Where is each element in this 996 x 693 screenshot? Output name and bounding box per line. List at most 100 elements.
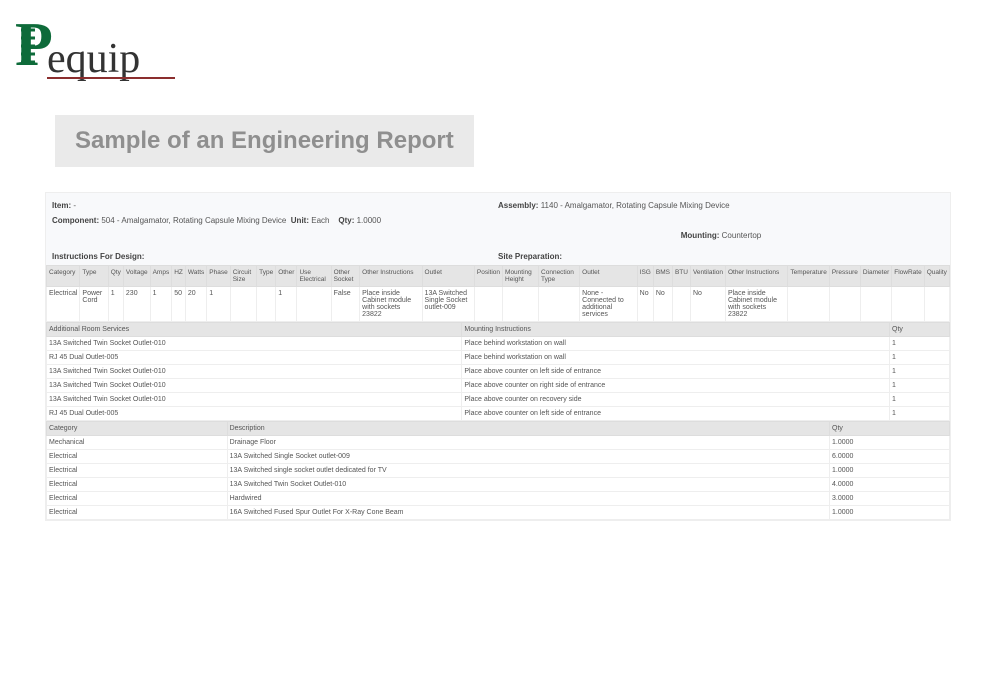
main-cell: Place inside Cabinet module with sockets… xyxy=(725,287,787,322)
main-cell xyxy=(829,287,860,322)
main-cell xyxy=(892,287,924,322)
cat-cell: Hardwired xyxy=(227,492,829,506)
main-cell: No xyxy=(690,287,725,322)
main-cell xyxy=(539,287,580,322)
table-row: 13A Switched Twin Socket Outlet-010Place… xyxy=(47,365,950,379)
main-cell xyxy=(860,287,891,322)
qty-value: 1.0000 xyxy=(357,216,381,225)
room-cell: 1 xyxy=(890,407,950,421)
cat-cell: 4.0000 xyxy=(830,478,950,492)
qty-label: Qty: xyxy=(338,216,354,225)
main-cell: No xyxy=(637,287,653,322)
main-col-header: Outlet xyxy=(422,266,474,287)
main-col-header: Other Socket xyxy=(331,266,360,287)
main-cell: 50 xyxy=(172,287,186,322)
cat-cell: 13A Switched Twin Socket Outlet-010 xyxy=(227,478,829,492)
main-col-header: Other xyxy=(276,266,297,287)
room-cell: 13A Switched Twin Socket Outlet-010 xyxy=(47,379,462,393)
main-cell: None - Connected to additional services xyxy=(580,287,637,322)
main-cell: 13A Switched Single Socket outlet-009 xyxy=(422,287,474,322)
report-panel: Item: - Assembly: 1140 - Amalgamator, Ro… xyxy=(45,192,951,521)
cat-cell: Electrical xyxy=(47,478,228,492)
room-services-table: Additional Room Services Mounting Instru… xyxy=(46,322,950,421)
main-col-header: Amps xyxy=(150,266,172,287)
cat-cell: Mechanical xyxy=(47,436,228,450)
room-cell: 1 xyxy=(890,351,950,365)
table-row: Electrical13A Switched single socket out… xyxy=(47,464,950,478)
table-row: ElectricalHardwired3.0000 xyxy=(47,492,950,506)
main-cell: No xyxy=(653,287,672,322)
mounting-value: Countertop xyxy=(722,231,762,240)
main-cell xyxy=(474,287,502,322)
room-cell: Place above counter on recovery side xyxy=(462,393,890,407)
room-cell: 13A Switched Twin Socket Outlet-010 xyxy=(47,393,462,407)
main-col-header: Watts xyxy=(185,266,206,287)
cat-cell: Electrical xyxy=(47,464,228,478)
main-cell xyxy=(230,287,256,322)
instructions-design-label: Instructions For Design: xyxy=(52,252,498,261)
cat-cell: 13A Switched single socket outlet dedica… xyxy=(227,464,829,478)
main-col-header: Diameter xyxy=(860,266,891,287)
room-cell: 1 xyxy=(890,379,950,393)
main-col-header: Other Instructions xyxy=(725,266,787,287)
main-cell: 1 xyxy=(150,287,172,322)
room-cell: Place behind workstation on wall xyxy=(462,337,890,351)
main-col-header: Pressure xyxy=(829,266,860,287)
main-col-header: HZ xyxy=(172,266,186,287)
main-table: CategoryTypeQtyVoltageAmpsHZWattsPhaseCi… xyxy=(46,265,950,322)
cat-cell: 6.0000 xyxy=(830,450,950,464)
main-col-header: Temperature xyxy=(788,266,830,287)
main-cell xyxy=(672,287,690,322)
cat-cell: 3.0000 xyxy=(830,492,950,506)
assembly-value: 1140 - Amalgamator, Rotating Capsule Mix… xyxy=(541,201,730,210)
room-cell: RJ 45 Dual Outlet-005 xyxy=(47,407,462,421)
room-cell: RJ 45 Dual Outlet-005 xyxy=(47,351,462,365)
cat-cell: 1.0000 xyxy=(830,506,950,520)
table-row: 13A Switched Twin Socket Outlet-010Place… xyxy=(47,337,950,351)
assembly-label: Assembly: xyxy=(498,201,538,210)
room-cell: 13A Switched Twin Socket Outlet-010 xyxy=(47,337,462,351)
main-cell: 20 xyxy=(185,287,206,322)
main-col-header: Position xyxy=(474,266,502,287)
page-title: Sample of an Engineering Report xyxy=(75,127,454,155)
main-col-header: Type xyxy=(257,266,276,287)
table-row: MechanicalDrainage Floor1.0000 xyxy=(47,436,950,450)
cat-cell: Electrical xyxy=(47,450,228,464)
main-cell: 1 xyxy=(207,287,230,322)
table-row: RJ 45 Dual Outlet-005Place above counter… xyxy=(47,407,950,421)
room-cell: 1 xyxy=(890,337,950,351)
main-col-header: BMS xyxy=(653,266,672,287)
cat-cell: 1.0000 xyxy=(830,436,950,450)
cat-cell: 13A Switched Single Socket outlet-009 xyxy=(227,450,829,464)
main-col-header: Ventilation xyxy=(690,266,725,287)
item-label: Item: xyxy=(52,201,71,210)
room-cell: 1 xyxy=(890,393,950,407)
room-hdr-left: Additional Room Services xyxy=(47,323,462,337)
main-cell: False xyxy=(331,287,360,322)
room-hdr-right: Qty xyxy=(890,323,950,337)
main-col-header: BTU xyxy=(672,266,690,287)
room-cell: Place above counter on left side of entr… xyxy=(462,365,890,379)
page-title-bar: Sample of an Engineering Report xyxy=(55,115,474,167)
room-cell: Place above counter on left side of entr… xyxy=(462,407,890,421)
item-value: - xyxy=(73,201,76,210)
main-col-header: FlowRate xyxy=(892,266,924,287)
room-cell: Place behind workstation on wall xyxy=(462,351,890,365)
main-col-header: Voltage xyxy=(123,266,150,287)
cat-cell: Drainage Floor xyxy=(227,436,829,450)
component-value: 504 - Amalgamator, Rotating Capsule Mixi… xyxy=(101,216,286,225)
cat-cell: Electrical xyxy=(47,506,228,520)
cat-cell: 1.0000 xyxy=(830,464,950,478)
cat-cell: 16A Switched Fused Spur Outlet For X-Ray… xyxy=(227,506,829,520)
main-col-header: Circuit Size xyxy=(230,266,256,287)
main-cell xyxy=(788,287,830,322)
main-col-header: Mounting Height xyxy=(503,266,539,287)
cat-cell: Electrical xyxy=(47,492,228,506)
cat-hdr-qty: Qty xyxy=(830,422,950,436)
table-row: 13A Switched Twin Socket Outlet-010Place… xyxy=(47,393,950,407)
main-cell xyxy=(503,287,539,322)
table-row: Electrical13A Switched Single Socket out… xyxy=(47,450,950,464)
unit-value: Each xyxy=(311,216,329,225)
main-col-header: Phase xyxy=(207,266,230,287)
mounting-label: Mounting: xyxy=(681,231,720,240)
